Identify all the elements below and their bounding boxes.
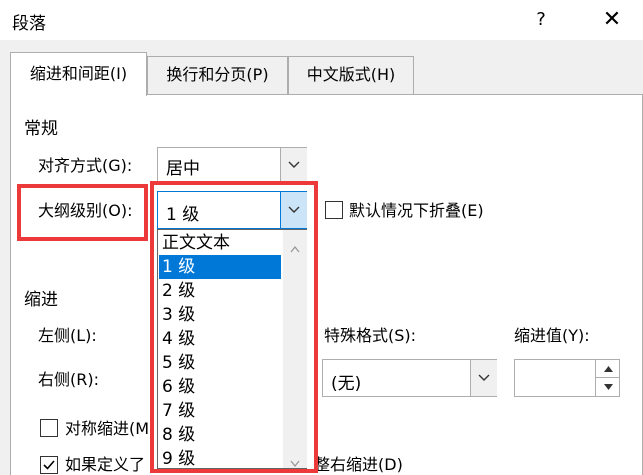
section-indent-label: 缩进 xyxy=(24,290,58,310)
tab-indents-spacing[interactable]: 缩进和间距(I) xyxy=(10,52,147,96)
spin-down-icon[interactable] xyxy=(595,378,620,396)
list-item[interactable]: 3 级 xyxy=(159,303,281,327)
special-format-label: 特殊格式(S): xyxy=(324,326,417,345)
auto-adjust-label-left: 如果定义了 xyxy=(65,455,146,474)
list-item[interactable]: 1 级 xyxy=(159,255,281,279)
alignment-label: 对齐方式(G): xyxy=(38,156,133,175)
spin-up-icon[interactable] xyxy=(595,360,620,378)
list-item[interactable]: 7 级 xyxy=(159,399,281,423)
outline-level-combo[interactable]: 1 级 xyxy=(157,191,307,229)
dropdown-scrollbar[interactable] xyxy=(283,230,307,468)
scroll-down-icon[interactable] xyxy=(290,452,300,471)
indent-value-spinner[interactable] xyxy=(514,359,620,397)
check-icon xyxy=(43,460,55,470)
chevron-down-icon[interactable] xyxy=(280,148,307,182)
tab-line-page-breaks[interactable]: 换行和分页(P) xyxy=(147,56,288,94)
list-item[interactable]: 2 级 xyxy=(159,279,281,303)
collapse-label: 默认情况下折叠(E) xyxy=(349,201,484,220)
list-item[interactable]: 4 级 xyxy=(159,327,281,351)
list-item[interactable]: 正文文本 xyxy=(159,231,281,255)
dialog-title: 段落 xyxy=(12,14,46,34)
auto-adjust-label-right: 整右缩进(D) xyxy=(314,455,403,474)
section-general-label: 常规 xyxy=(24,119,58,139)
special-format-value: (无) xyxy=(331,374,362,394)
indent-right-label: 右侧(R): xyxy=(38,370,99,389)
outline-level-value: 1 级 xyxy=(166,205,200,225)
auto-adjust-checkbox[interactable] xyxy=(40,456,58,474)
indent-left-label: 左侧(L): xyxy=(38,326,97,345)
mirror-indents-checkbox[interactable] xyxy=(40,419,58,437)
alignment-value: 居中 xyxy=(166,159,200,179)
tab-asian-typography[interactable]: 中文版式(H) xyxy=(288,56,414,94)
collapse-checkbox[interactable] xyxy=(325,201,343,219)
list-item[interactable]: 6 级 xyxy=(159,375,281,399)
help-button[interactable]: ? xyxy=(529,6,553,34)
chevron-down-icon[interactable] xyxy=(470,360,497,396)
scroll-up-icon[interactable] xyxy=(290,238,300,257)
outline-level-label: 大纲级别(O): xyxy=(38,201,133,220)
list-item[interactable]: 8 级 xyxy=(159,423,281,447)
tab-panel xyxy=(10,94,643,475)
outline-level-dropdown[interactable]: 正文文本 1 级 2 级 3 级 4 级 5 级 6 级 7 级 8 级 9 级 xyxy=(157,229,307,469)
special-format-combo[interactable]: (无) xyxy=(322,359,497,397)
mirror-indents-label: 对称缩进(M xyxy=(65,419,150,438)
indent-value-label: 缩进值(Y): xyxy=(514,326,590,345)
chevron-down-icon[interactable] xyxy=(280,192,307,228)
list-item[interactable]: 9 级 xyxy=(159,447,281,471)
list-item[interactable]: 5 级 xyxy=(159,351,281,375)
close-button[interactable]: ✕ xyxy=(598,6,626,34)
alignment-combo[interactable]: 居中 xyxy=(157,147,307,183)
